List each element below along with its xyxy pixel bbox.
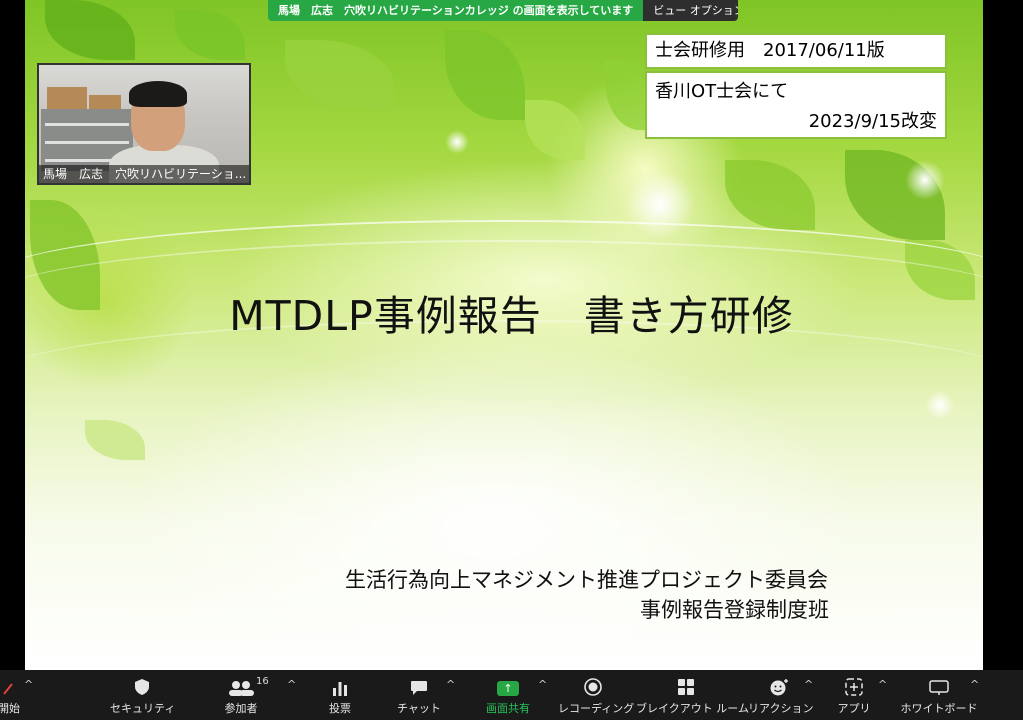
participants-label: 参加者: [224, 702, 258, 715]
chat-button[interactable]: チャット: [396, 670, 442, 720]
organization-team: 事例報告登録制度班: [640, 598, 829, 622]
chevron-up-icon[interactable]: ^: [24, 678, 33, 691]
reactions-button[interactable]: リアクション: [748, 670, 814, 720]
sparkle: [625, 170, 695, 240]
record-label: レコーディング: [558, 702, 635, 715]
security-button[interactable]: セキュリティ: [110, 670, 176, 720]
participant-name-label: 馬場 広志 穴吹リハビリテーショ...: [39, 165, 249, 183]
start-label: 開始: [0, 702, 20, 715]
whiteboard-icon: [929, 680, 949, 695]
screen-share-banner: 馬場 広志 穴吹リハビリテーションカレッジ の画面を表示しています ビュー オプ…: [268, 0, 738, 21]
participants-button[interactable]: 参加者 16: [212, 670, 270, 720]
sparkle: [905, 160, 945, 200]
chevron-up-icon[interactable]: ^: [878, 678, 887, 691]
leaf-decoration: [175, 10, 245, 60]
revision-info-box: 香川OT士会にて 2023/9/15改変: [645, 71, 947, 139]
version-info-box: 士会研修用 2017/06/11版: [645, 33, 947, 69]
apps-button[interactable]: アプリ: [834, 670, 874, 720]
revision-info-line-2: 2023/9/15改変: [808, 111, 937, 132]
record-icon: [584, 678, 602, 696]
chevron-up-icon[interactable]: ^: [538, 678, 547, 691]
chat-label: チャット: [397, 702, 441, 715]
breakout-rooms-label: ブレイクアウト ルーム: [636, 702, 749, 715]
chevron-up-icon[interactable]: ^: [804, 678, 813, 691]
polls-label: 投票: [329, 702, 351, 715]
chevron-up-icon[interactable]: ^: [970, 678, 979, 691]
share-label: 画面共有: [486, 702, 530, 715]
security-label: セキュリティ: [110, 702, 176, 715]
shield-icon: [135, 679, 149, 695]
leaf-decoration: [725, 160, 815, 230]
polls-button[interactable]: 投票: [320, 670, 360, 720]
reactions-label: リアクション: [748, 702, 814, 715]
leaf-decoration: [285, 40, 395, 110]
slide-title: MTDLP事例報告 書き方研修: [229, 292, 794, 340]
chevron-up-icon[interactable]: ^: [287, 678, 296, 691]
sparkle: [925, 390, 955, 420]
share-arrow-icon: ↑: [497, 681, 519, 696]
breakout-rooms-button[interactable]: ブレイクアウト ルーム: [636, 670, 749, 720]
view-options-label: ビュー オプション: [653, 4, 738, 17]
participants-count-badge: 16: [256, 676, 269, 687]
leaf-decoration: [85, 420, 145, 460]
chevron-up-icon[interactable]: ^: [446, 678, 455, 691]
whiteboard-label: ホワイトボード: [900, 702, 978, 715]
leaf-decoration: [45, 0, 135, 60]
cardboard-box: [47, 87, 87, 109]
revision-info-line-1: 香川OT士会にて: [655, 81, 789, 102]
start-video-button[interactable]: 開始: [0, 670, 24, 720]
grid-icon: [678, 679, 694, 695]
record-button[interactable]: レコーディング: [558, 670, 635, 720]
view-options-button[interactable]: ビュー オプション ⌄: [643, 0, 738, 21]
leaf-decoration: [525, 100, 585, 160]
participant-video-tile[interactable]: 馬場 広志 穴吹リハビリテーショ...: [37, 63, 251, 185]
people-icon: [229, 681, 254, 696]
sparkle: [445, 130, 469, 154]
whiteboard-button[interactable]: ホワイトボード: [898, 670, 980, 720]
bar-chart-icon: [333, 682, 347, 696]
share-banner-message: 馬場 広志 穴吹リハビリテーションカレッジ の画面を表示しています: [268, 0, 644, 21]
organization-name: 生活行為向上マネジメント推進プロジェクト委員会: [345, 568, 828, 592]
version-info-text: 士会研修用 2017/06/11版: [655, 40, 885, 61]
apps-label: アプリ: [837, 702, 871, 715]
chat-icon: [411, 681, 427, 695]
shared-screen-area: 士会研修用 2017/06/11版 香川OT士会にて 2023/9/15改変 M…: [0, 0, 1023, 670]
share-screen-button[interactable]: ↑ 画面共有: [478, 670, 538, 720]
cardboard-box: [89, 95, 121, 109]
participant-hair: [129, 81, 187, 107]
meeting-toolbar: 開始 ^ セキュリティ 参加者 16 ^ 投票 チャット ^ ↑ 画面共有 ^ …: [0, 670, 1023, 720]
video-icon: [3, 683, 13, 695]
leaf-decoration: [445, 30, 525, 120]
smiley-plus-icon: [770, 679, 788, 696]
apps-icon: [845, 678, 863, 696]
